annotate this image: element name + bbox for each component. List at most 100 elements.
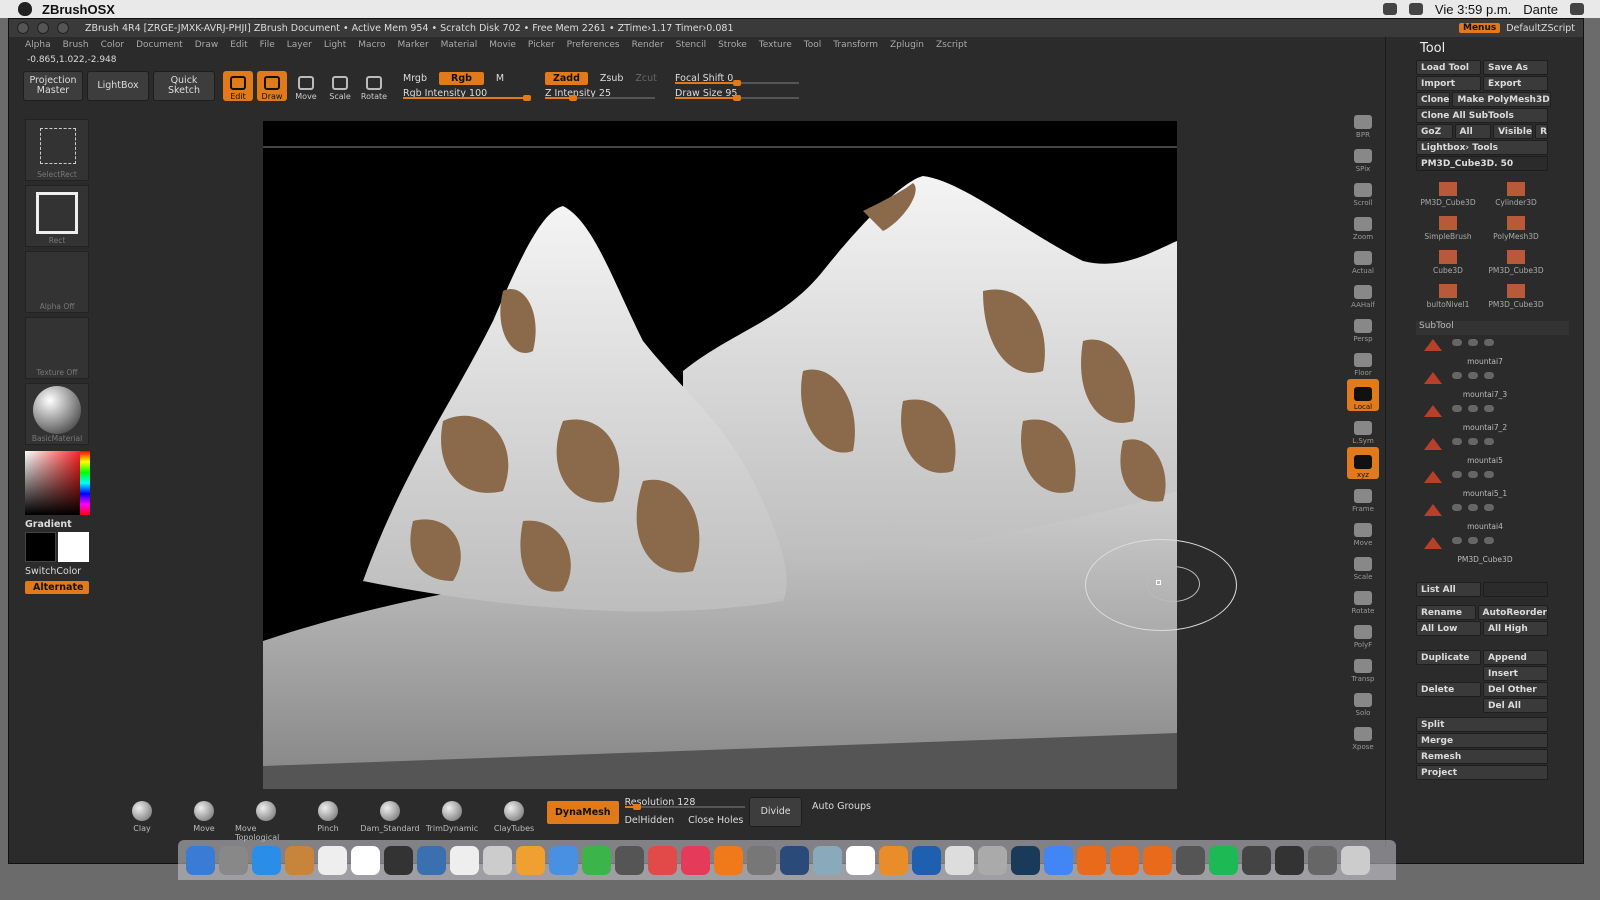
subtool-toggles[interactable]: [1452, 471, 1542, 479]
lightbox-tools-button[interactable]: Lightbox› Tools: [1416, 140, 1548, 155]
all-button[interactable]: All: [1454, 124, 1492, 139]
brush-icon[interactable]: [1468, 339, 1478, 346]
dock-floor-button[interactable]: Floor: [1347, 345, 1379, 377]
arrow-up-icon[interactable]: [1483, 582, 1548, 597]
dock-app-icon[interactable]: [1077, 845, 1106, 875]
export-button[interactable]: Export: [1483, 76, 1548, 91]
menu-file[interactable]: File: [260, 40, 275, 50]
dock-app-icon[interactable]: [1176, 845, 1205, 875]
brush-move-topological[interactable]: Move Topological: [235, 797, 297, 842]
tool-thumb[interactable]: SimpleBrush: [1416, 209, 1480, 241]
quick-sketch-button[interactable]: Quick Sketch: [153, 71, 215, 101]
menu-tool[interactable]: Tool: [804, 40, 821, 50]
close-icon[interactable]: [17, 22, 29, 34]
z-intensity-slider[interactable]: Z Intensity 25: [545, 88, 655, 101]
auto-groups-button[interactable]: Auto Groups: [812, 801, 871, 812]
dock-app-icon[interactable]: [582, 845, 611, 875]
maximize-icon[interactable]: [57, 22, 69, 34]
rgb-intensity-slider[interactable]: Rgb Intensity 100: [403, 88, 531, 101]
dock-app-icon[interactable]: [318, 845, 347, 875]
eye-icon[interactable]: [1484, 405, 1494, 412]
texture-tile[interactable]: Texture Off: [25, 317, 89, 379]
document-canvas[interactable]: [263, 121, 1177, 789]
tool-thumb[interactable]: bultoNivel1: [1416, 277, 1480, 309]
split-button[interactable]: Split: [1416, 717, 1548, 732]
menu-alpha[interactable]: Alpha: [25, 40, 51, 50]
main-color-swatch[interactable]: [25, 532, 56, 562]
dock-app-icon[interactable]: [1143, 845, 1172, 875]
merge-button[interactable]: Merge: [1416, 733, 1548, 748]
zcut-button[interactable]: Zcut: [635, 73, 656, 84]
eye-icon[interactable]: [1484, 372, 1494, 379]
dock-app-icon[interactable]: [549, 845, 578, 875]
dock-app-icon[interactable]: [1275, 845, 1304, 875]
all-high-button[interactable]: All High: [1483, 621, 1548, 636]
dock-solo-button[interactable]: Solo: [1347, 685, 1379, 717]
eye-icon[interactable]: [1484, 438, 1494, 445]
dock-app-icon[interactable]: [1044, 845, 1073, 875]
zadd-button[interactable]: Zadd: [545, 72, 588, 85]
rename-button[interactable]: Rename: [1416, 605, 1476, 620]
brush-icon[interactable]: [1468, 504, 1478, 511]
dock-app-icon[interactable]: [747, 845, 776, 875]
dock-app-icon[interactable]: [186, 845, 215, 875]
dock-app-icon[interactable]: [714, 845, 743, 875]
brush-icon[interactable]: [1468, 537, 1478, 544]
dock-app-icon[interactable]: [978, 845, 1007, 875]
dock-persp-button[interactable]: Persp: [1347, 311, 1379, 343]
tool-edit-button[interactable]: Edit: [223, 71, 253, 101]
duplicate-button[interactable]: Duplicate: [1416, 650, 1481, 665]
color-picker[interactable]: [25, 451, 90, 515]
polypaint-toggle-icon[interactable]: [1452, 438, 1462, 445]
dock-bpr-button[interactable]: BPR: [1347, 107, 1379, 139]
dock-app-icon[interactable]: [1011, 845, 1040, 875]
dock-app-icon[interactable]: [252, 845, 281, 875]
brush-dam-standard[interactable]: Dam_Standard: [359, 797, 421, 842]
brush-move[interactable]: Move: [173, 797, 235, 842]
select-rect-tile[interactable]: SelectRect: [25, 119, 89, 181]
menu-zplugin[interactable]: Zplugin: [890, 40, 924, 50]
dock-local-button[interactable]: Local: [1347, 379, 1379, 411]
rect-tile[interactable]: Rect: [25, 185, 89, 247]
brush-trimdynamic[interactable]: TrimDynamic: [421, 797, 483, 842]
del-all-button[interactable]: Del All: [1483, 698, 1548, 713]
material-tile[interactable]: BasicMaterial: [25, 383, 89, 445]
subtool-toggles[interactable]: [1452, 504, 1542, 512]
tool-thumb[interactable]: PM3D_Cube3D: [1416, 175, 1480, 207]
dock-app-icon[interactable]: [1209, 845, 1238, 875]
polypaint-toggle-icon[interactable]: [1452, 471, 1462, 478]
dock-app-icon[interactable]: [1110, 845, 1139, 875]
polypaint-toggle-icon[interactable]: [1452, 339, 1462, 346]
menu-draw[interactable]: Draw: [195, 40, 219, 50]
eye-icon[interactable]: [1484, 537, 1494, 544]
dock-frame-button[interactable]: Frame: [1347, 481, 1379, 513]
gradient-label[interactable]: Gradient: [25, 519, 91, 530]
menu-stencil[interactable]: Stencil: [676, 40, 706, 50]
clone-button[interactable]: Clone: [1416, 92, 1451, 107]
subtool-item[interactable]: PM3D_Cube3D: [1420, 533, 1550, 566]
polypaint-toggle-icon[interactable]: [1452, 405, 1462, 412]
append-button[interactable]: Append: [1483, 650, 1548, 665]
switchcolor-button[interactable]: SwitchColor: [25, 566, 91, 577]
dock-xpose-button[interactable]: Xpose: [1347, 719, 1379, 751]
brush-icon[interactable]: [1468, 471, 1478, 478]
dock-app-icon[interactable]: [1242, 845, 1271, 875]
dock-app-icon[interactable]: [1308, 845, 1337, 875]
all-low-button[interactable]: All Low: [1416, 621, 1481, 636]
zsub-button[interactable]: Zsub: [600, 73, 624, 84]
del-other-button[interactable]: Del Other: [1483, 682, 1548, 697]
subtool-header[interactable]: SubTool: [1416, 321, 1569, 335]
dock-app-icon[interactable]: [516, 845, 545, 875]
focal-shift-slider[interactable]: Focal Shift 0: [675, 73, 799, 86]
menu-picker[interactable]: Picker: [528, 40, 555, 50]
dock-app-icon[interactable]: [219, 845, 248, 875]
menu-movie[interactable]: Movie: [489, 40, 516, 50]
brush-icon[interactable]: [1468, 438, 1478, 445]
menu-preferences[interactable]: Preferences: [567, 40, 620, 50]
volume-icon[interactable]: [1408, 3, 1423, 15]
tool-thumb[interactable]: PM3D_Cube3D: [1484, 277, 1548, 309]
insert-button[interactable]: Insert: [1483, 666, 1548, 681]
brush-claytubes[interactable]: ClayTubes: [483, 797, 545, 842]
alpha-tile[interactable]: Alpha Off: [25, 251, 89, 313]
tool-scale-button[interactable]: Scale: [325, 71, 355, 101]
